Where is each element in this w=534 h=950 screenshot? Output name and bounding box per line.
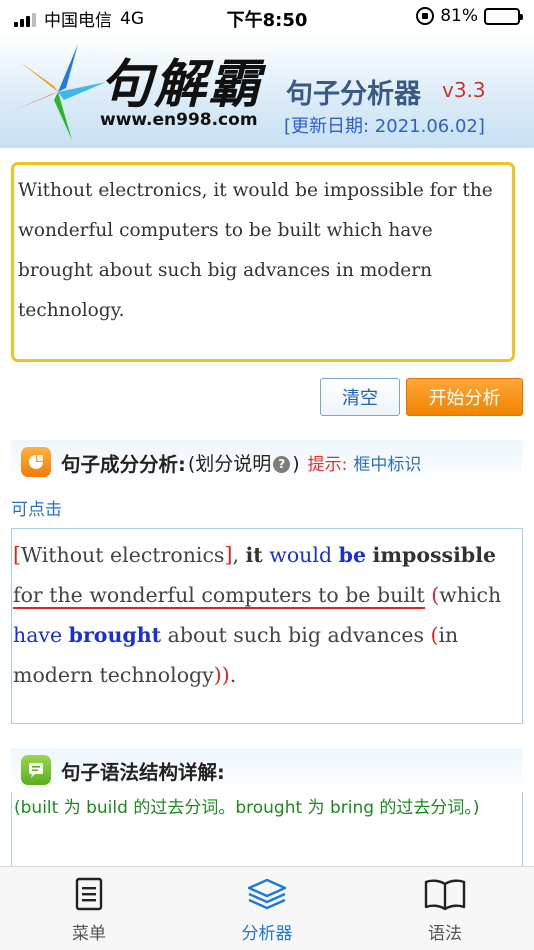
status-right: 81% [416, 6, 523, 26]
logo-star-icon [10, 44, 106, 140]
help-icon[interactable]: ? [273, 455, 291, 473]
analysis-segment: brought [68, 623, 162, 647]
hint-label: 提示: [307, 454, 348, 475]
bracket-marker: ( [430, 623, 439, 647]
legend-open-label: (划分说明 [187, 452, 272, 475]
analysis-line: for the wonderful computers to be built … [13, 575, 522, 615]
analysis-segment: for the wonderful computers to be built [13, 583, 425, 609]
start-analysis-button[interactable]: 开始分析 [406, 378, 523, 416]
analysis-segment: in [438, 623, 459, 647]
update-date: [更新日期: 2021.06.02] [284, 116, 485, 137]
analysis-line: modern technology)). [13, 655, 522, 695]
menu-document-icon [75, 877, 103, 911]
analysis-segment: Without electronics [21, 543, 225, 567]
analysis-segment: . [229, 663, 237, 687]
tab-analyzer[interactable]: 分析器 [178, 867, 356, 950]
analysis-segment: impossible [372, 543, 497, 567]
analysis-segment: it [245, 543, 263, 567]
analysis-section-title: 句子成分分析: [61, 452, 186, 476]
battery-percent: 81% [440, 6, 478, 26]
grammar-explanation: (built 为 build 的过去分词。brought 为 bring 的过去… [11, 792, 523, 872]
analysis-segment: have [13, 623, 63, 647]
layers-icon [247, 878, 287, 910]
tab-menu[interactable]: 菜单 [0, 867, 178, 950]
legend-link[interactable]: (划分说明?) [188, 449, 300, 476]
analysis-segment: be [338, 543, 366, 567]
analysis-result: [Without electronics], it would be impos… [11, 528, 523, 724]
bracket-marker: )) [213, 663, 230, 687]
analysis-line: [Without electronics], it would be impos… [13, 535, 522, 575]
clear-button[interactable]: 清空 [320, 378, 400, 416]
hint-text: 框中标识 [353, 454, 422, 475]
tab-grammar[interactable]: 语法 [356, 867, 534, 950]
hint-text-continued: 可点击 [11, 500, 62, 520]
book-icon [424, 879, 466, 911]
status-bar: 中国电信 4G 下午8:50 81% [0, 0, 534, 34]
grammar-section-icon [21, 755, 51, 785]
sentence-input[interactable]: Without electronics, it would be impossi… [11, 162, 515, 362]
tab-menu-label: 菜单 [72, 924, 106, 944]
logo-website: www.en998.com [100, 110, 258, 130]
bracket-marker: [ [13, 543, 21, 567]
analysis-section-header: 句子成分分析: (划分说明?) 提示: 框中标识 [11, 440, 523, 484]
app-banner: 句解霸 www.en998.com 句子分析器 v3.3 [更新日期: 2021… [0, 34, 534, 148]
grammar-section-title: 句子语法结构详解: [61, 760, 225, 784]
orientation-lock-icon [416, 7, 435, 25]
app-name: 句子分析器 [286, 79, 421, 110]
legend-close-label: ) [292, 452, 300, 475]
analysis-line: have brought about such big advances (in [13, 615, 522, 655]
bottom-tab-bar: 菜单 分析器 语法 [0, 866, 534, 950]
analysis-segment: about such big advances [161, 623, 431, 647]
tab-grammar-label: 语法 [428, 924, 462, 944]
tab-analyzer-label: 分析器 [241, 924, 293, 944]
analysis-segment: would [269, 543, 333, 567]
grammar-section-header: 句子语法结构详解: [11, 748, 523, 792]
app-version: v3.3 [442, 78, 486, 102]
analysis-section-icon [21, 447, 51, 477]
analysis-segment: modern technology [13, 663, 214, 687]
battery-icon [484, 7, 523, 25]
analysis-segment: , [232, 543, 246, 567]
analysis-segment: which [439, 583, 502, 607]
logo-title: 句解霸 [100, 54, 263, 115]
